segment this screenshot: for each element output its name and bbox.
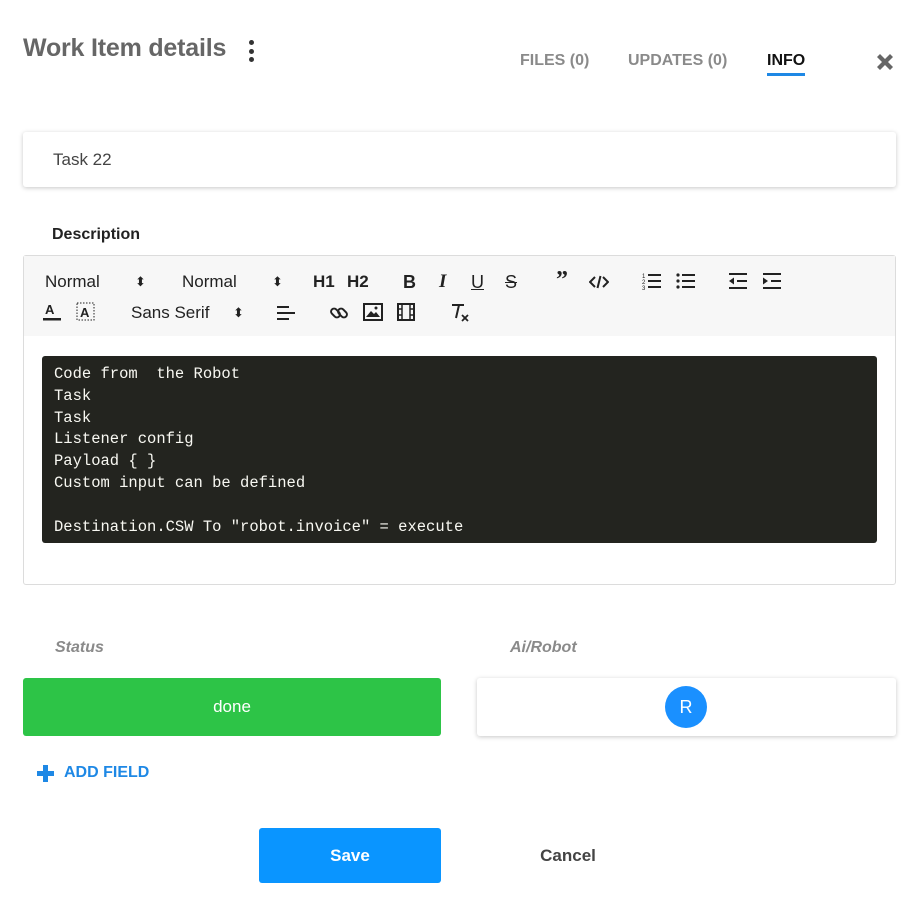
align-button[interactable] [276, 304, 296, 322]
work-item-name-input[interactable] [53, 149, 896, 170]
link-button[interactable] [329, 303, 349, 323]
code-line: Destination.CSW To "robot.invoice" = exe… [54, 517, 464, 536]
size-select[interactable]: Normal ⬍ [182, 272, 283, 292]
image-icon [363, 303, 383, 321]
text-color-icon: A [43, 302, 61, 321]
h1-button[interactable]: H1 [313, 272, 335, 292]
italic-icon: I [439, 271, 447, 292]
plus-icon [37, 764, 54, 782]
code-line: Task [54, 408, 92, 427]
ordered-list-button[interactable]: 123 [642, 272, 662, 290]
clear-format-icon [452, 304, 469, 322]
size-select-value: Normal [182, 272, 237, 291]
h2-button[interactable]: H2 [347, 272, 369, 292]
link-icon [330, 307, 348, 319]
image-button[interactable] [363, 303, 383, 321]
description-label: Description [52, 226, 141, 243]
align-left-icon [277, 306, 295, 320]
outdent-button[interactable] [728, 272, 748, 290]
header-select[interactable]: Normal ⬍ [45, 272, 146, 292]
status-label: Status [55, 639, 104, 656]
indent-icon [763, 273, 781, 289]
code-line: Custom input can be defined [54, 473, 306, 492]
tab-bar: FILES (0) UPDATES (0) INFO [0, 52, 922, 82]
svg-text:A: A [80, 305, 90, 320]
strike-button[interactable]: S [505, 272, 517, 292]
code-line: Payload { } [54, 452, 157, 471]
cancel-button[interactable]: Cancel [520, 828, 616, 883]
tab-info[interactable]: INFO [767, 52, 806, 76]
underline-button[interactable]: U [471, 272, 484, 292]
background-color-button[interactable]: A [76, 302, 96, 322]
code-icon [589, 275, 609, 289]
svg-text:3: 3 [642, 286, 646, 290]
bullet-list-icon [676, 273, 695, 289]
font-select-value: Sans Serif [131, 303, 210, 322]
status-button[interactable]: done [23, 678, 441, 736]
add-field-label: ADD FIELD [64, 764, 150, 781]
strike-icon: S [505, 272, 518, 292]
video-button[interactable] [397, 303, 415, 321]
select-arrows-icon: ⬍ [135, 274, 146, 289]
tab-updates[interactable]: UPDATES (0) [628, 52, 727, 70]
code-block[interactable]: Code from the Robot Task Task Listener c… [42, 356, 877, 543]
text-color-button[interactable]: A [43, 302, 61, 322]
svg-text:A: A [45, 302, 55, 317]
video-icon [397, 303, 415, 321]
h1-icon: H1 [313, 272, 335, 291]
robot-selector[interactable]: R [477, 678, 896, 736]
blockquote-icon: ” [556, 267, 568, 293]
save-button[interactable]: Save [259, 828, 441, 883]
close-icon[interactable] [873, 50, 897, 74]
editor-toolbar: Normal ⬍ Normal ⬍ H1 H2 B I U S ” 1 2 3 … [24, 256, 895, 336]
bold-button[interactable]: B [403, 272, 416, 292]
select-arrows-icon: ⬍ [272, 274, 283, 289]
header-select-value: Normal [45, 272, 100, 291]
description-editor: Normal ⬍ Normal ⬍ H1 H2 B I U S ” 1 2 3 … [23, 255, 896, 585]
ordered-list-icon: 123 [642, 274, 661, 290]
outdent-icon [729, 273, 747, 289]
indent-button[interactable] [762, 272, 782, 290]
bullet-list-button[interactable] [676, 272, 696, 290]
h2-icon: H2 [347, 272, 369, 291]
robot-label: Ai/Robot [510, 639, 577, 656]
bold-icon: B [403, 272, 416, 292]
code-block-button[interactable] [589, 273, 609, 291]
blockquote-button[interactable]: ” [556, 267, 568, 293]
code-line: Code from the Robot [54, 365, 241, 383]
tab-files[interactable]: FILES (0) [520, 52, 589, 70]
avatar-initial: R [679, 696, 693, 717]
work-item-name-card [23, 132, 896, 187]
add-field-button[interactable]: ADD FIELD [37, 764, 149, 782]
underline-icon: U [471, 272, 484, 292]
code-line: Task [54, 386, 92, 405]
select-arrows-icon: ⬍ [233, 305, 244, 320]
status-value: done [213, 697, 251, 716]
italic-button[interactable]: I [439, 272, 446, 292]
background-color-icon: A [76, 302, 95, 321]
font-select[interactable]: Sans Serif ⬍ [131, 303, 244, 323]
avatar: R [665, 686, 707, 728]
code-line: Listener config [54, 430, 194, 449]
clear-format-button[interactable] [449, 302, 471, 324]
